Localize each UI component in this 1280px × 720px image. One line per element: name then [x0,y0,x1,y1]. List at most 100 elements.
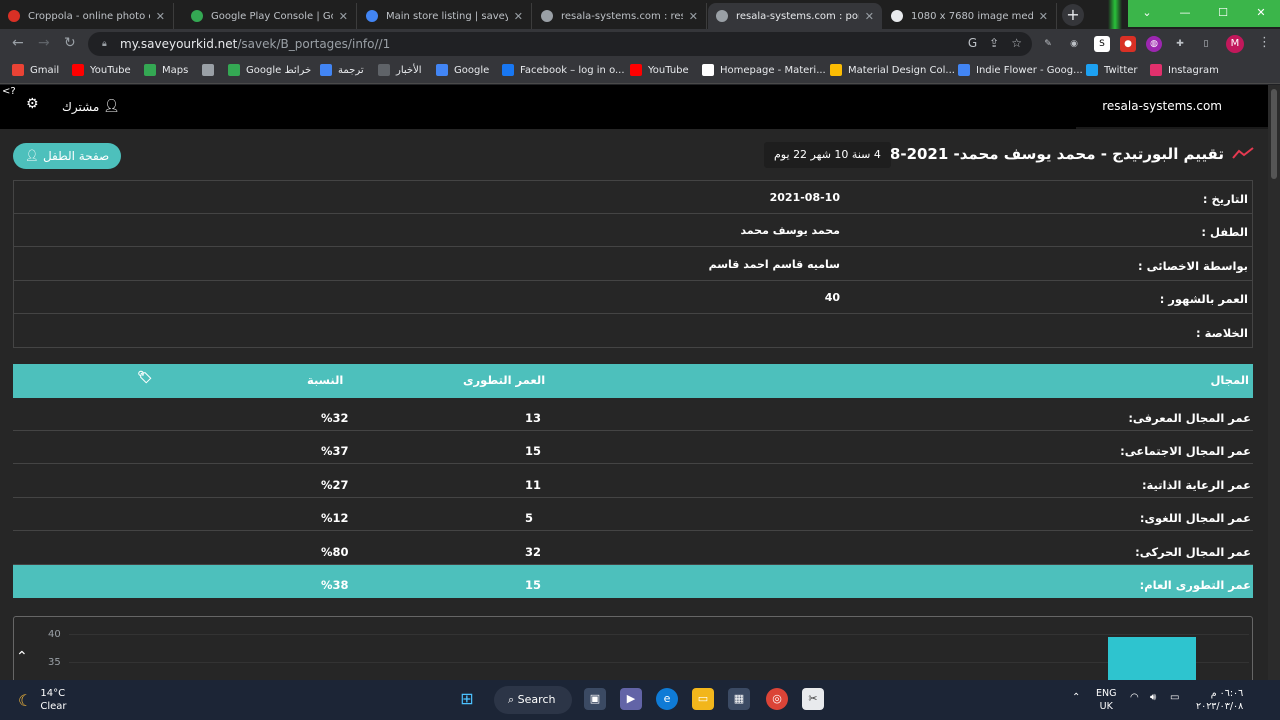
share-page-icon[interactable]: ⇪ [989,36,999,50]
tab-close-icon[interactable]: ✕ [865,10,874,23]
info-row: الخلاصة : [14,315,1252,348]
store-icon[interactable]: ▦ [728,688,750,710]
minimize-icon[interactable]: — [1166,0,1204,27]
browser-tab[interactable]: resala-systems.com : porta ✕ [708,3,882,29]
bookmark-item[interactable]: Maps [144,64,188,76]
domain-dev-age: 13 [525,411,542,425]
scrollbar-thumb[interactable] [1271,89,1277,179]
app-topbar: <? ⚙ مشترك 👤︎ resala-systems.com [0,85,1268,129]
domain-total-row: عمر التطورى العام: 15 %38 [13,565,1253,598]
file-explorer-icon[interactable]: ▭ [692,688,714,710]
bookmark-favicon-icon [12,64,24,76]
bookmark-label: Instagram [1168,64,1219,76]
domain-name: عمر المجال اللغوى: [1139,511,1251,526]
language-indicator[interactable]: ENG UK [1096,687,1116,713]
profile-avatar[interactable]: M [1226,35,1244,53]
reload-icon[interactable]: ↻ [64,35,76,51]
domain-row: عمر المجال المعرفى: 13 %32 [13,398,1253,431]
brand-link[interactable]: resala-systems.com [1102,99,1222,113]
domain-ratio: %37 [321,444,349,459]
bookmark-item[interactable]: YouTube [630,64,689,76]
bookmark-item[interactable]: Instagram [1150,64,1219,76]
spy-extension-icon[interactable]: ◉ [1066,36,1082,52]
bookmark-item[interactable]: YouTube [72,64,131,76]
chrome-icon[interactable]: ◎ [766,688,788,710]
share-menu[interactable]: مشترك 👤︎ [62,99,120,114]
bookmark-item[interactable] [202,64,220,76]
browser-tab[interactable]: Main store listing | saveyou ✕ [358,3,532,29]
side-panel-icon[interactable]: ▯ [1198,36,1214,52]
bookmark-item[interactable]: Homepage - Materi... [702,64,826,76]
edge-icon[interactable]: e [656,688,678,710]
clock[interactable]: ٠٦:٠٦ م ٢٠٢٣/٠٣/٠٨ [1196,687,1243,713]
new-tab-button[interactable]: + [1062,4,1084,26]
bookmark-item[interactable]: ترجمة [320,64,364,76]
address-row: ← → ↻ 🔒︎ my.saveyourkid.net/savek/B_port… [0,29,1280,59]
bookmark-label: ترجمة [338,64,364,76]
user-icon: 👤︎ [103,99,120,114]
extensions-puzzle-icon[interactable]: ✚ [1172,36,1188,52]
bookmark-item[interactable]: Facebook – log in o... [502,64,625,76]
wifi-icon[interactable]: ◠ [1130,692,1139,703]
tab-title: resala-systems.com : porta [736,10,859,22]
scroll-top-icon[interactable]: ⌃ [16,649,28,665]
pen-extension-icon[interactable]: ✎ [1040,36,1056,52]
close-window-icon[interactable]: ✕ [1242,0,1280,27]
domain-ratio: %12 [321,511,349,526]
tab-close-icon[interactable]: ✕ [689,10,698,23]
battery-icon[interactable]: ▭ [1170,692,1179,703]
info-value: 2021-08-10 [769,191,840,204]
red-extension-icon[interactable]: ● [1120,36,1136,52]
bookmark-star-icon[interactable]: ☆ [1011,36,1022,50]
bookmark-item[interactable]: Google [436,64,489,76]
snipping-tool-icon[interactable]: ✂ [802,688,824,710]
tab-title: 1080 x 7680 image medica [911,10,1033,22]
info-label: الطفل : [1201,225,1248,240]
page-title: تقييم البورتيدج - محمد يوسف محمد- 2021-0… [846,145,1224,163]
page-scrollbar[interactable] [1268,85,1280,680]
address-bar[interactable]: 🔒︎ my.saveyourkid.net/savek/B_portages/i… [88,32,1032,56]
weather-widget[interactable]: ☾ 14°C Clear [18,687,67,713]
lock-icon[interactable]: 🔒︎ [102,39,112,49]
child-page-button[interactable]: صفحة الطفل 👤︎ [13,143,122,169]
browser-tab[interactable]: Google Play Console | Goo ✕ [183,3,357,29]
purple-extension-icon[interactable]: ◍ [1146,36,1162,52]
gridline [69,634,1249,635]
google-lens-icon[interactable]: G [968,36,977,50]
forward-icon[interactable]: → [38,35,50,51]
tag-icon[interactable]: 🏷︎ [137,370,152,384]
gear-icon[interactable]: ⚙ [26,96,39,112]
browser-tab[interactable]: Croppola - online photo cro ✕ [0,3,174,29]
s-extension-icon[interactable]: S [1094,36,1110,52]
tray-overflow-icon[interactable]: ⌃ [1072,692,1080,703]
tab-close-icon[interactable]: ✕ [514,10,523,23]
tab-close-icon[interactable]: ✕ [1039,10,1048,23]
bookmark-item[interactable]: الأخبار [378,64,422,76]
info-label: التاريخ : [1202,192,1248,206]
bookmark-favicon-icon [830,64,842,76]
teams-icon[interactable]: ▶ [620,688,642,710]
tab-search-icon[interactable]: ⌄ [1128,0,1166,27]
tab-close-icon[interactable]: ✕ [156,10,165,23]
volume-icon[interactable]: 🔊︎ [1150,692,1156,703]
info-row: الطفل : محمد يوسف محمد [14,214,1252,248]
domain-row: عمر المجال اللغوى: 5 %12 [13,498,1253,532]
bookmark-item[interactable]: Material Design Col... [830,64,955,76]
bookmark-item[interactable]: Twitter [1086,64,1138,76]
back-icon[interactable]: ← [12,35,24,51]
bookmark-label: Homepage - Materi... [720,64,826,76]
browser-menu-icon[interactable]: ⋮ [1258,35,1271,50]
bookmark-item[interactable]: Google خرائط [228,64,311,76]
url-host: my.saveyourkid.net [120,37,238,51]
tab-favicon-icon [716,10,728,22]
bookmark-item[interactable]: Gmail [12,64,59,76]
taskbar-search[interactable]: ⌕ Search [494,686,572,714]
task-view-icon[interactable]: ▣ [584,688,606,710]
browser-tab[interactable]: resala-systems.com : resala ✕ [533,3,707,29]
bookmark-item[interactable]: Indie Flower - Goog... [958,64,1083,76]
browser-tab[interactable]: 1080 x 7680 image medica ✕ [883,3,1057,29]
maximize-icon[interactable]: ☐ [1204,0,1242,27]
tab-close-icon[interactable]: ✕ [339,10,348,23]
start-icon[interactable]: ⊞ [456,688,478,710]
tab-strip: Croppola - online photo cro✕ Google Play … [0,0,1280,29]
